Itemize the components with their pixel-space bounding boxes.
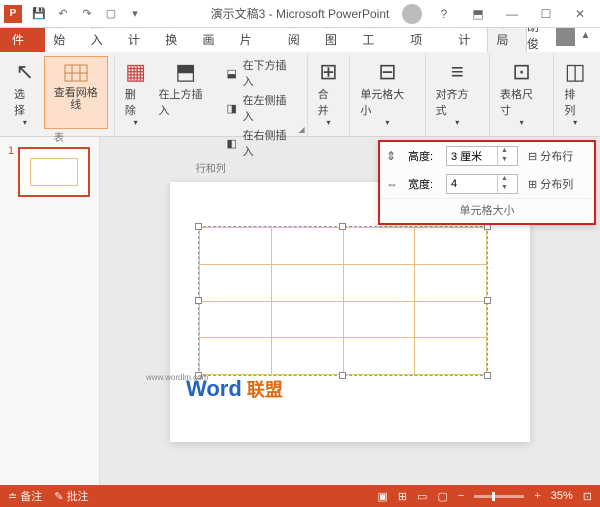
deco-icon [402,4,422,24]
cell-size-icon: ⊟ [378,58,396,86]
minimize-icon[interactable]: — [500,4,524,24]
maximize-icon[interactable]: ☐ [534,4,558,24]
watermark: www.wordlm.com Word 联盟 [186,373,283,402]
spin-down[interactable]: ▼ [498,156,511,165]
panel-title: 单元格大小 [380,198,594,223]
cell-size-panel: ⇕ 高度: ▲▼ ⊟分布行 ⇔ 宽度: ▲▼ ⊞分布列 单元格大小 [378,140,596,225]
qat-undo-icon[interactable]: ↶ [54,5,72,23]
resize-handle[interactable] [484,297,491,304]
zoom-level[interactable]: 35% [551,490,573,502]
table-size-button[interactable]: ⊡ 表格尺寸 ▾ [496,56,547,129]
qat-redo-icon[interactable]: ↷ [78,5,96,23]
app-icon: P [4,5,22,23]
insert-below-button[interactable]: ⬓在下方插入 [221,56,301,90]
height-spinner[interactable]: ▲▼ [446,146,518,166]
collapse-ribbon-icon[interactable]: ▲ [575,25,596,45]
view-slideshow-icon[interactable]: ▢ [437,490,447,503]
resize-handle[interactable] [195,223,202,230]
thumbnail-panel: 1 [0,137,100,487]
qat-slideshow-icon[interactable]: ▢ [102,5,120,23]
rows-cols-launcher[interactable]: ◢ [299,125,305,134]
qat-save-icon[interactable]: 💾 [30,5,48,23]
resize-handle[interactable] [195,297,202,304]
arrange-icon: ◫ [565,58,586,86]
height-icon: ⇕ [386,149,402,163]
cell-size-button[interactable]: ⊟ 单元格大小 ▾ [356,56,418,129]
resize-handle[interactable] [339,223,346,230]
view-normal-icon[interactable]: ▣ [377,490,387,503]
resize-handle[interactable] [339,372,346,379]
zoom-slider[interactable] [474,495,524,498]
table-size-icon: ⊡ [512,58,530,86]
merge-icon: ⊞ [319,58,337,86]
grid-icon [64,59,88,87]
slide-thumbnail[interactable] [18,147,90,197]
notes-button[interactable]: ≐ 备注 [8,488,42,504]
insert-above-icon: ⬒ [175,58,196,86]
help-icon[interactable]: ? [432,4,456,24]
cursor-icon: ↖ [16,58,34,86]
height-input[interactable] [447,150,497,162]
close-icon[interactable]: ✕ [568,4,592,24]
alignment-button[interactable]: ≡ 对齐方式 ▾ [432,56,483,129]
qat-more-icon[interactable]: ▾ [126,5,144,23]
width-input[interactable] [447,178,497,190]
fit-window-icon[interactable]: ⊡ [583,490,592,503]
spin-up[interactable]: ▲ [498,147,511,156]
zoom-out-icon[interactable]: − [458,490,464,502]
distribute-cols-button[interactable]: ⊞分布列 [528,176,573,192]
insert-left-icon: ◨ [225,101,239,115]
view-sorter-icon[interactable]: ⊞ [398,490,407,503]
spin-down[interactable]: ▼ [498,184,511,193]
zoom-in-icon[interactable]: + [534,490,540,502]
comments-button[interactable]: ✎ 批注 [54,488,88,504]
view-gridlines-button[interactable]: 查看网格线 [44,56,108,129]
height-label: 高度: [408,148,440,164]
dist-rows-icon: ⊟ [528,150,537,163]
dist-cols-icon: ⊞ [528,178,537,191]
width-icon: ⇔ [386,177,402,191]
select-button[interactable]: ↖ 选择 ▾ [10,56,40,129]
slide-number: 1 [8,145,14,197]
insert-left-button[interactable]: ◨在左侧插入 [221,91,301,125]
merge-button[interactable]: ⊞ 合并 ▾ [314,56,344,129]
view-reading-icon[interactable]: ▭ [417,490,427,503]
window-title: 演示文稿3 - Microsoft PowerPoint [211,5,390,22]
group-table: 表 [54,129,64,146]
width-label: 宽度: [408,176,440,192]
spin-up[interactable]: ▲ [498,175,511,184]
ribbon-toggle-icon[interactable]: ⬒ [466,4,490,24]
resize-handle[interactable] [484,372,491,379]
table-object[interactable] [198,226,488,376]
width-spinner[interactable]: ▲▼ [446,174,518,194]
arrange-button[interactable]: ◫ 排列 ▾ [560,56,590,129]
distribute-rows-button[interactable]: ⊟分布行 [528,148,573,164]
alignment-icon: ≡ [451,58,464,86]
insert-below-icon: ⬓ [225,66,239,80]
delete-icon: ▦ [125,58,146,86]
